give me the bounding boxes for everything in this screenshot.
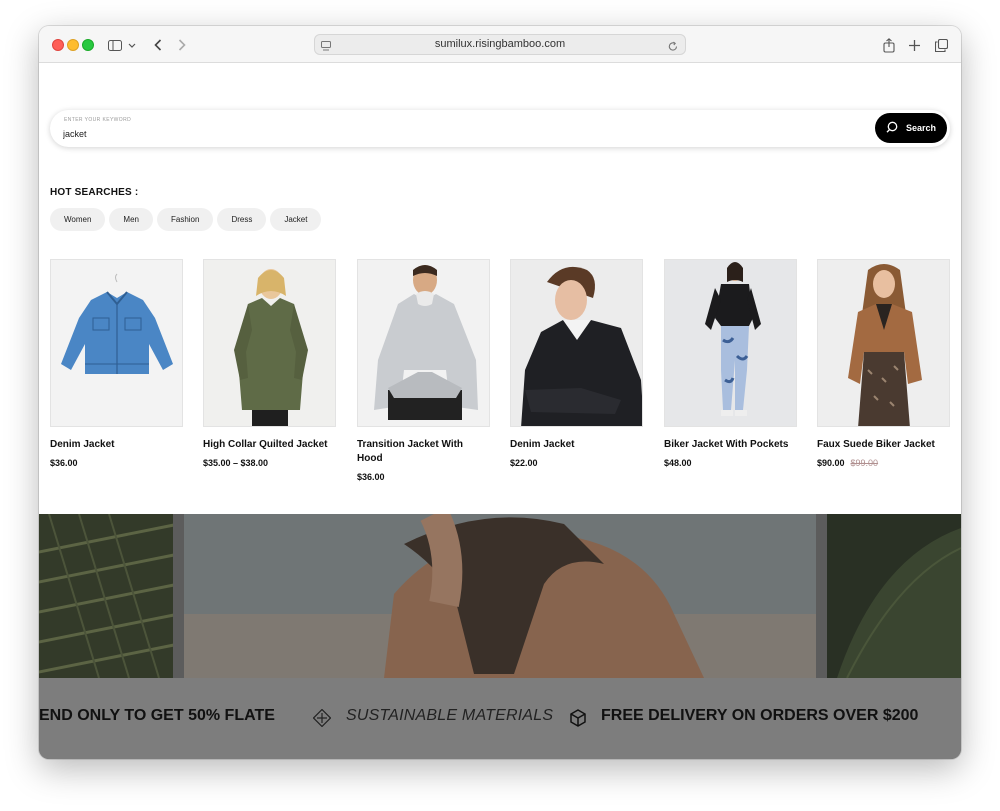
search-button-label: Search <box>905 123 937 133</box>
product-card[interactable]: Biker Jacket With Pockets $48.00 <box>664 259 797 468</box>
product-price: $36.00 <box>357 472 490 482</box>
package-icon <box>568 708 588 733</box>
product-image[interactable] <box>357 259 490 427</box>
product-image[interactable] <box>664 259 797 427</box>
product-results: Denim Jacket $36.00 High Collar Quilted … <box>50 259 950 489</box>
hot-search-chip-men[interactable]: Men <box>109 208 153 231</box>
hot-searches-title: HOT SEARCHES : <box>50 187 139 198</box>
product-image[interactable] <box>50 259 183 427</box>
product-name[interactable]: Transition Jacket With Hood <box>357 438 490 466</box>
marquee-item: END ONLY TO GET 50% FLATE <box>39 707 275 724</box>
search-input[interactable] <box>63 127 843 141</box>
product-price: $48.00 <box>664 458 797 468</box>
product-name[interactable]: Faux Suede Biker Jacket <box>817 438 950 452</box>
hot-search-chip-fashion[interactable]: Fashion <box>156 208 214 231</box>
product-card[interactable]: High Collar Quilted Jacket $35.00 – $38.… <box>203 259 336 468</box>
forward-icon[interactable] <box>175 35 189 55</box>
product-price: $35.00 – $38.00 <box>203 458 336 468</box>
product-image[interactable] <box>203 259 336 427</box>
chevron-down-icon[interactable] <box>127 35 137 55</box>
pattern-icon <box>312 708 332 732</box>
product-name[interactable]: High Collar Quilted Jacket <box>203 438 336 452</box>
hero-banner: END ONLY TO GET 50% FLATE SUSTAINABLE MA… <box>39 514 961 759</box>
zoom-window-button[interactable] <box>82 39 94 51</box>
close-window-button[interactable] <box>52 39 64 51</box>
product-price: $90.00 $99.00 <box>817 458 950 468</box>
hot-searches-list: Women Men Fashion Dress Jacket <box>50 208 322 231</box>
price-current: $35.00 – $38.00 <box>203 458 269 468</box>
browser-toolbar: sumilux.risingbamboo.com <box>39 26 961 63</box>
price-current: $36.00 <box>50 458 78 468</box>
minimize-window-button[interactable] <box>67 39 79 51</box>
product-price: $36.00 <box>50 458 183 468</box>
price-current: $48.00 <box>664 458 692 468</box>
hot-search-chip-women[interactable]: Women <box>50 208 106 231</box>
product-name[interactable]: Denim Jacket <box>50 438 183 452</box>
search-bar: ENTER YOUR KEYWORD Search <box>50 110 950 147</box>
sidebar-toggle-icon[interactable] <box>107 35 123 55</box>
product-card[interactable]: Denim Jacket $36.00 <box>50 259 183 468</box>
price-old: $99.00 <box>850 458 879 468</box>
product-price: $22.00 <box>510 458 643 468</box>
price-current: $36.00 <box>357 472 385 482</box>
url-text: sumilux.risingbamboo.com <box>434 38 566 50</box>
product-card[interactable]: Denim Jacket $22.00 <box>510 259 643 468</box>
page-content: ENTER YOUR KEYWORD Search HOT SEARCHES :… <box>39 63 961 759</box>
product-card[interactable]: Faux Suede Biker Jacket $90.00 $99.00 <box>817 259 950 468</box>
price-current: $22.00 <box>510 458 538 468</box>
promo-marquee: END ONLY TO GET 50% FLATE SUSTAINABLE MA… <box>39 678 961 759</box>
product-image[interactable] <box>817 259 950 427</box>
back-icon[interactable] <box>151 35 165 55</box>
search-icon <box>886 121 898 135</box>
product-card[interactable]: Transition Jacket With Hood $36.00 <box>357 259 490 482</box>
hot-search-chip-dress[interactable]: Dress <box>217 208 267 231</box>
hot-search-chip-jacket[interactable]: Jacket <box>270 208 322 231</box>
search-button[interactable]: Search <box>875 113 947 143</box>
product-name[interactable]: Biker Jacket With Pockets <box>664 438 797 452</box>
marquee-item: FREE DELIVERY ON ORDERS OVER $200 <box>601 707 919 724</box>
product-image[interactable] <box>510 259 643 427</box>
new-tab-icon[interactable] <box>907 35 921 55</box>
reload-icon[interactable] <box>668 39 678 57</box>
share-icon[interactable] <box>881 35 897 55</box>
product-name[interactable]: Denim Jacket <box>510 438 643 452</box>
search-label: ENTER YOUR KEYWORD <box>64 117 132 123</box>
browser-window: sumilux.risingbamboo.com ENTER YOUR KEYW… <box>39 26 961 759</box>
marquee-item: SUSTAINABLE MATERIALS <box>346 707 554 724</box>
price-current: $90.00 <box>817 458 845 468</box>
address-bar[interactable]: sumilux.risingbamboo.com <box>314 34 686 55</box>
tab-overview-icon[interactable] <box>933 35 949 55</box>
